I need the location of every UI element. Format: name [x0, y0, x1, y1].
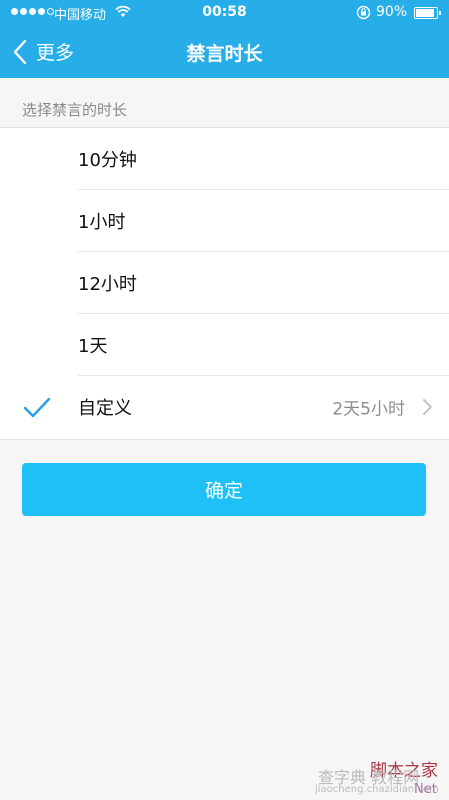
- battery-icon: [414, 7, 441, 19]
- watermark-text: Net: [414, 782, 437, 797]
- chevron-right-icon: [423, 399, 432, 415]
- status-bar: 中国移动 00:58 90%: [0, 0, 449, 26]
- page-title: 禁言时长: [186, 43, 263, 65]
- option-1-hour[interactable]: 1小时: [0, 190, 449, 252]
- option-1-day[interactable]: 1天: [0, 314, 449, 376]
- option-label: 1小时: [78, 212, 126, 233]
- duration-options-list: 10分钟 1小时 12小时 1天 自定义 2天5小时: [0, 127, 449, 440]
- rotation-lock-icon: [356, 5, 371, 20]
- option-10-minutes[interactable]: 10分钟: [0, 128, 449, 190]
- option-label: 自定义: [78, 398, 132, 419]
- custom-duration-value: 2天5小时: [332, 399, 405, 420]
- confirm-button[interactable]: 确定: [22, 463, 426, 516]
- checkmark-icon: [23, 397, 51, 418]
- option-12-hours[interactable]: 12小时: [0, 252, 449, 314]
- option-label: 12小时: [78, 274, 137, 295]
- navigation-bar: 更多 禁言时长: [0, 26, 449, 78]
- top-bar: 中国移动 00:58 90% 更多 禁言时长: [0, 0, 449, 78]
- option-custom[interactable]: 自定义 2天5小时: [0, 376, 449, 438]
- option-label: 10分钟: [78, 150, 137, 171]
- battery-percent: 90%: [376, 4, 408, 20]
- section-header: 选择禁言的时长: [22, 101, 128, 119]
- option-label: 1天: [78, 336, 108, 357]
